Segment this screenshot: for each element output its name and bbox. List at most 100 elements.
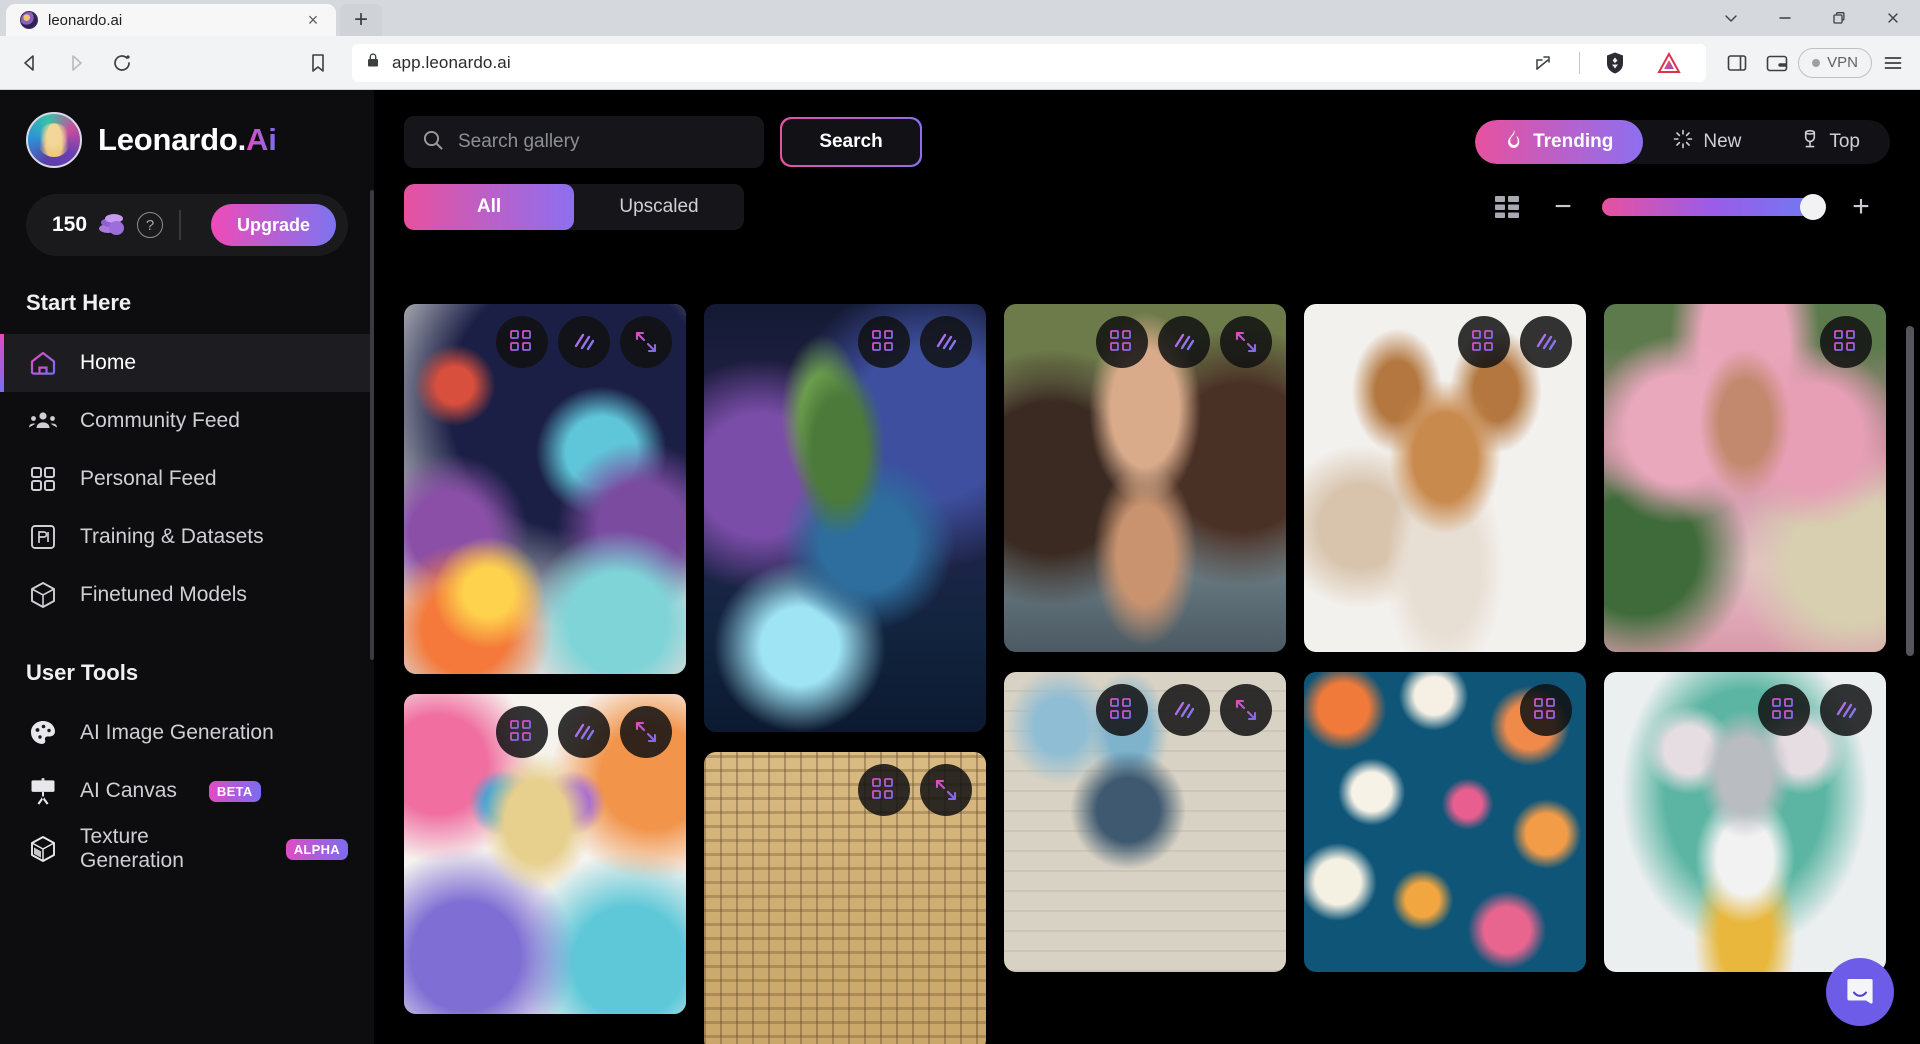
gallery-card[interactable] — [404, 304, 686, 674]
credit-amount: 150 — [52, 213, 88, 236]
gallery-card[interactable] — [1604, 672, 1886, 972]
browser-tab[interactable]: leonardo.ai × — [6, 4, 336, 36]
variations-icon[interactable] — [496, 706, 548, 758]
main-scrollbar[interactable] — [1906, 326, 1914, 656]
brave-rewards-icon[interactable] — [1650, 44, 1688, 82]
expand-icon[interactable] — [920, 764, 972, 816]
card-actions — [1820, 316, 1872, 368]
sidebar-item-label: Training & Datasets — [80, 525, 264, 548]
vpn-toggle[interactable]: VPN — [1798, 47, 1872, 78]
toolbar-divider — [1579, 51, 1581, 74]
expand-icon[interactable] — [620, 316, 672, 368]
zoom-slider[interactable] — [1602, 194, 1826, 220]
tab-all[interactable]: All — [404, 184, 574, 230]
sidebar-item-texture-generation[interactable]: Texture Generation ALPHA — [0, 820, 374, 878]
search-button[interactable]: Search — [780, 117, 922, 167]
sidebar-item-finetuned-models[interactable]: Finetuned Models — [0, 566, 374, 624]
sidebar-item-home[interactable]: Home — [0, 334, 374, 392]
intercom-chat-icon[interactable] — [1826, 958, 1894, 1026]
gallery-card[interactable] — [704, 304, 986, 732]
motion-icon[interactable] — [558, 316, 610, 368]
close-window-icon[interactable] — [1866, 0, 1920, 36]
brave-shield-icon[interactable] — [1596, 44, 1634, 82]
sidebar-item-personal-feed[interactable]: Personal Feed — [0, 450, 374, 508]
gallery-column — [1304, 304, 1586, 1044]
sidebar-item-label: Texture Generation — [80, 825, 184, 872]
gallery-card[interactable] — [704, 752, 986, 1044]
gallery-card[interactable] — [404, 694, 686, 1014]
bookmark-icon[interactable] — [296, 41, 340, 85]
variations-icon[interactable] — [858, 316, 910, 368]
brand-name-main: Leonardo. — [98, 122, 247, 157]
tab-trending[interactable]: Trending — [1475, 120, 1644, 164]
filter-tabs: All Upscaled — [404, 184, 744, 230]
variations-icon[interactable] — [1758, 684, 1810, 736]
upgrade-button[interactable]: Upgrade — [210, 204, 336, 246]
hamburger-menu-icon[interactable] — [1874, 44, 1912, 82]
motion-icon[interactable] — [1820, 684, 1872, 736]
restore-icon[interactable] — [1812, 0, 1866, 36]
variations-icon[interactable] — [1096, 684, 1148, 736]
card-actions — [496, 316, 672, 368]
sort-tabs: Trending New Top — [1475, 120, 1890, 164]
sidebar-item-ai-image-generation[interactable]: AI Image Generation — [0, 704, 374, 762]
variations-icon[interactable] — [1096, 316, 1148, 368]
share-icon[interactable] — [1525, 44, 1563, 82]
new-tab-button[interactable]: + — [340, 4, 382, 36]
tab-upscaled[interactable]: Upscaled — [574, 184, 744, 230]
zoom-in-button[interactable]: + — [1848, 192, 1874, 222]
motion-icon[interactable] — [1158, 684, 1210, 736]
help-circle-icon[interactable]: ? — [137, 212, 164, 238]
brand[interactable]: Leonardo.Ai — [0, 112, 374, 168]
sidebar-item-label: Personal Feed — [80, 467, 217, 490]
vpn-status-dot — [1812, 58, 1821, 67]
sidebar-item-label: AI Canvas — [80, 779, 177, 802]
gallery-card[interactable] — [1304, 672, 1586, 972]
sidebar-item-ai-canvas[interactable]: AI Canvas BETA — [0, 762, 374, 820]
main-content: Search gallery Search Trending New Top A… — [374, 90, 1920, 1044]
search-placeholder: Search gallery — [458, 131, 580, 152]
minimize-icon[interactable] — [1758, 0, 1812, 36]
wallet-icon[interactable] — [1758, 44, 1796, 82]
card-actions — [858, 764, 972, 816]
close-icon[interactable]: × — [302, 9, 324, 31]
expand-icon[interactable] — [1220, 316, 1272, 368]
expand-icon[interactable] — [620, 706, 672, 758]
tab-label: Top — [1829, 131, 1860, 152]
chevron-down-icon[interactable] — [1704, 0, 1758, 36]
reload-icon[interactable] — [100, 41, 144, 85]
sidebar-item-community-feed[interactable]: Community Feed — [0, 392, 374, 450]
gallery-card[interactable] — [1004, 672, 1286, 972]
variations-icon[interactable] — [1520, 684, 1572, 736]
variations-icon[interactable] — [496, 316, 548, 368]
sidebar-panel-icon[interactable] — [1718, 44, 1756, 82]
motion-icon[interactable] — [1158, 316, 1210, 368]
browser-toolbar: app.leonardo.ai VPN — [0, 36, 1920, 90]
motion-icon[interactable] — [1520, 316, 1572, 368]
gallery-card[interactable] — [1004, 304, 1286, 652]
card-actions — [496, 706, 672, 758]
zoom-slider-knob[interactable] — [1800, 194, 1826, 220]
grid-squares-icon — [26, 462, 60, 496]
gallery-column — [1004, 304, 1286, 1044]
sidebar-item-training-datasets[interactable]: Training & Datasets — [0, 508, 374, 566]
gallery-card[interactable] — [1604, 304, 1886, 652]
gallery-card[interactable] — [1304, 304, 1586, 652]
card-actions — [1758, 684, 1872, 736]
motion-icon[interactable] — [558, 706, 610, 758]
tab-top[interactable]: Top — [1771, 120, 1890, 164]
variations-icon[interactable] — [1458, 316, 1510, 368]
address-bar[interactable]: app.leonardo.ai — [352, 43, 1707, 82]
zoom-out-button[interactable]: − — [1550, 192, 1576, 222]
gallery-image — [704, 304, 986, 732]
motion-icon[interactable] — [920, 316, 972, 368]
grid-layout-icon[interactable] — [1490, 190, 1524, 224]
variations-icon[interactable] — [858, 764, 910, 816]
tab-new[interactable]: New — [1643, 120, 1771, 164]
search-input[interactable]: Search gallery — [404, 116, 764, 168]
expand-icon[interactable] — [1220, 684, 1272, 736]
variations-icon[interactable] — [1820, 316, 1872, 368]
search-button-label: Search — [781, 118, 921, 166]
back-arrow-icon[interactable] — [8, 41, 52, 85]
badge-beta: BETA — [208, 780, 261, 802]
